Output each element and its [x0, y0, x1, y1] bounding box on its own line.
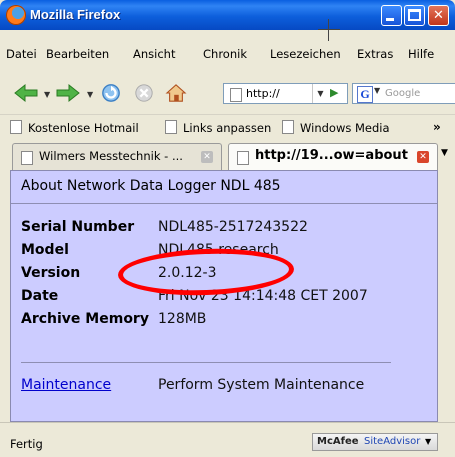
close-tab-icon[interactable]: ✕ [201, 151, 213, 163]
bookmark-label: Kostenlose Hotmail [28, 121, 139, 135]
crosshair-cursor-icon [318, 19, 340, 41]
chevron-down-icon[interactable]: ▼ [425, 437, 431, 446]
status-text: Fertig [10, 437, 43, 451]
menu-bar: Datei Bearbeiten Ansicht Chronik Lesezei… [0, 44, 455, 64]
browser-window: Mozilla Firefox ✕ Datei Bearbeiten Ansic… [0, 0, 455, 457]
tab-label: http://19...ow=about [255, 148, 408, 163]
maximize-button[interactable] [404, 5, 425, 26]
mcafee-brand: McAfee [317, 436, 359, 447]
menu-datei[interactable]: Datei [6, 47, 37, 61]
minimize-button[interactable] [381, 5, 402, 26]
mcafee-siteadvisor-button[interactable]: McAfee SiteAdvisor ▼ [312, 433, 438, 451]
bookmarks-toolbar: Kostenlose Hotmail Links anpassen Window… [0, 114, 455, 141]
menu-chronik[interactable]: Chronik [203, 47, 247, 61]
divider [11, 203, 437, 204]
status-bar: Fertig McAfee SiteAdvisor ▼ [0, 422, 455, 457]
field-value: NDL485-2517243522 [158, 219, 308, 235]
minimize-icon [386, 18, 394, 21]
bookmark-hotmail[interactable]: Kostenlose Hotmail [10, 120, 139, 135]
forward-arrow-icon[interactable] [55, 83, 81, 103]
bookmark-label: Windows Media [300, 121, 390, 135]
tab-wilmers-messtechnik[interactable]: Wilmers Messtechnik - ... ✕ [12, 143, 222, 170]
maximize-icon [408, 9, 421, 21]
tab-list-dropdown-icon[interactable]: ▼ [441, 148, 448, 158]
field-label: Date [21, 288, 59, 304]
page-icon [237, 151, 249, 165]
url-history-dropdown-icon[interactable]: ▼ [312, 84, 328, 103]
mcafee-product: SiteAdvisor [364, 436, 421, 447]
field-value: 128MB [158, 311, 207, 327]
back-arrow-icon[interactable] [13, 83, 39, 103]
title-bar[interactable]: Mozilla Firefox ✕ [0, 0, 455, 41]
window-title: Mozilla Firefox [30, 7, 121, 22]
bookmarks-overflow-chevron-icon[interactable]: » [433, 120, 441, 134]
menu-extras[interactable]: Extras [357, 47, 393, 61]
menu-ansicht[interactable]: Ansicht [133, 47, 175, 61]
url-input[interactable]: http:// [246, 87, 280, 100]
page-icon [230, 88, 242, 102]
firefox-logo-icon [6, 5, 26, 25]
close-window-button[interactable]: ✕ [428, 5, 449, 26]
tab-label: Wilmers Messtechnik - ... [39, 149, 183, 163]
page-icon [21, 151, 33, 165]
maintenance-link[interactable]: Maintenance [21, 377, 111, 393]
tab-about-page[interactable]: http://19...ow=about ✕ [228, 143, 438, 170]
field-label: Serial Number [21, 219, 135, 235]
page-icon [282, 120, 294, 134]
field-label: Archive Memory [21, 311, 149, 327]
go-arrow-icon[interactable]: ▶ [330, 86, 338, 99]
menu-lesezeichen[interactable]: Lesezeichen [270, 47, 341, 61]
field-label: Version [21, 265, 81, 281]
stop-icon[interactable] [133, 83, 155, 103]
reload-icon[interactable] [100, 83, 122, 103]
search-bar[interactable]: G ▼ Google [352, 83, 455, 104]
menu-hilfe[interactable]: Hilfe [408, 47, 434, 61]
back-history-dropdown-icon[interactable]: ▼ [44, 90, 50, 99]
forward-history-dropdown-icon[interactable]: ▼ [87, 90, 93, 99]
page-icon [165, 120, 177, 134]
tab-bar: Wilmers Messtechnik - ... ✕ http://19...… [0, 140, 455, 170]
page-content: About Network Data Logger NDL 485 Serial… [10, 170, 438, 422]
search-input[interactable]: Google [385, 88, 420, 99]
page-title: About Network Data Logger NDL 485 [21, 178, 281, 194]
page-icon [10, 120, 22, 134]
home-icon[interactable] [164, 83, 188, 103]
field-label: Model [21, 242, 69, 258]
divider [21, 362, 391, 363]
close-tab-icon[interactable]: ✕ [417, 151, 429, 163]
url-bar[interactable]: http:// ▼ ▶ [223, 83, 348, 104]
bookmark-links-anpassen[interactable]: Links anpassen [165, 120, 271, 135]
menu-bearbeiten[interactable]: Bearbeiten [46, 47, 109, 61]
google-search-engine-icon[interactable]: G [357, 86, 373, 103]
maintenance-description: Perform System Maintenance [158, 377, 365, 393]
bookmark-windows-media[interactable]: Windows Media [282, 120, 390, 135]
search-engine-dropdown-icon[interactable]: ▼ [374, 86, 380, 95]
bookmark-label: Links anpassen [183, 121, 272, 135]
